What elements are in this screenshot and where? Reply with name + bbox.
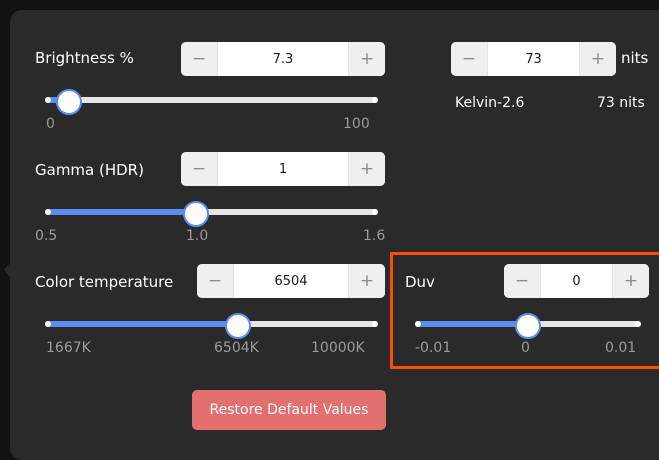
color-temperature-max-label: 10000K — [311, 340, 365, 356]
slider-end-dot — [372, 209, 378, 215]
slider-thumb[interactable] — [183, 201, 210, 227]
slider-fill — [45, 209, 197, 215]
gamma-increment-button[interactable]: + — [349, 152, 385, 186]
brightness-max-label: 100 — [343, 116, 370, 132]
gamma-mid-label: 1.0 — [186, 228, 209, 244]
slider-thumb[interactable] — [515, 313, 541, 339]
duv-decrement-button[interactable]: − — [504, 264, 540, 298]
brightness-min-label: 0 — [46, 116, 55, 132]
gamma-decrement-button[interactable]: − — [181, 152, 217, 186]
brightness-stepper[interactable]: − 7.3 + — [181, 42, 385, 76]
brightness-label: Brightness % — [35, 49, 134, 67]
duv-max-label: 0.01 — [605, 340, 637, 356]
nits-value[interactable]: 73 — [487, 42, 580, 76]
gamma-slider[interactable] — [45, 198, 378, 227]
color-temperature-label: Color temperature — [35, 273, 174, 291]
slider-end-dot — [372, 321, 378, 327]
color-temperature-decrement-button[interactable]: − — [197, 264, 233, 298]
color-temperature-slider[interactable] — [45, 310, 378, 339]
brightness-value[interactable]: 7.3 — [217, 42, 349, 76]
slider-start-dot — [45, 321, 51, 327]
nits-stepper[interactable]: − 73 + — [451, 42, 616, 76]
color-temperature-value[interactable]: 6504 — [233, 264, 349, 298]
color-temperature-increment-button[interactable]: + — [349, 264, 385, 298]
slider-thumb[interactable] — [56, 89, 83, 115]
slider-end-dot — [372, 97, 378, 103]
panel-pointer-notch — [4, 262, 11, 278]
slider-track — [45, 97, 378, 103]
nits-increment-button[interactable]: + — [580, 42, 616, 76]
slider-start-dot — [45, 97, 51, 103]
duv-mid-label: 0 — [521, 340, 530, 356]
slider-thumb[interactable] — [225, 313, 252, 339]
gamma-label: Gamma (HDR) — [35, 161, 144, 179]
nits-readout: 73 nits — [597, 95, 645, 111]
duv-min-label: -0.01 — [415, 340, 452, 356]
duv-increment-button[interactable]: + — [613, 264, 649, 298]
brightness-slider[interactable] — [45, 86, 378, 115]
gamma-max-label: 1.6 — [363, 228, 386, 244]
color-temperature-mid-label: 6504K — [214, 340, 259, 356]
duv-stepper[interactable]: − 0 + — [504, 264, 649, 298]
slider-start-dot — [45, 209, 51, 215]
slider-fill — [45, 321, 239, 327]
slider-fill — [415, 321, 528, 327]
brightness-increment-button[interactable]: + — [349, 42, 385, 76]
slider-end-dot — [635, 321, 641, 327]
brightness-decrement-button[interactable]: − — [181, 42, 217, 76]
duv-label: Duv — [405, 273, 435, 291]
color-temperature-stepper[interactable]: − 6504 + — [197, 264, 385, 298]
duv-slider[interactable] — [415, 310, 641, 339]
gamma-min-label: 0.5 — [35, 228, 58, 244]
nits-unit-label: nits — [621, 49, 649, 67]
color-temperature-min-label: 1667K — [46, 340, 91, 356]
nits-decrement-button[interactable]: − — [451, 42, 487, 76]
slider-start-dot — [415, 321, 421, 327]
gamma-stepper[interactable]: − 1 + — [181, 152, 385, 186]
restore-defaults-button[interactable]: Restore Default Values — [192, 390, 386, 430]
gamma-value[interactable]: 1 — [217, 152, 349, 186]
kelvin-readout: Kelvin-2.6 — [455, 95, 525, 111]
duv-value[interactable]: 0 — [540, 264, 613, 298]
